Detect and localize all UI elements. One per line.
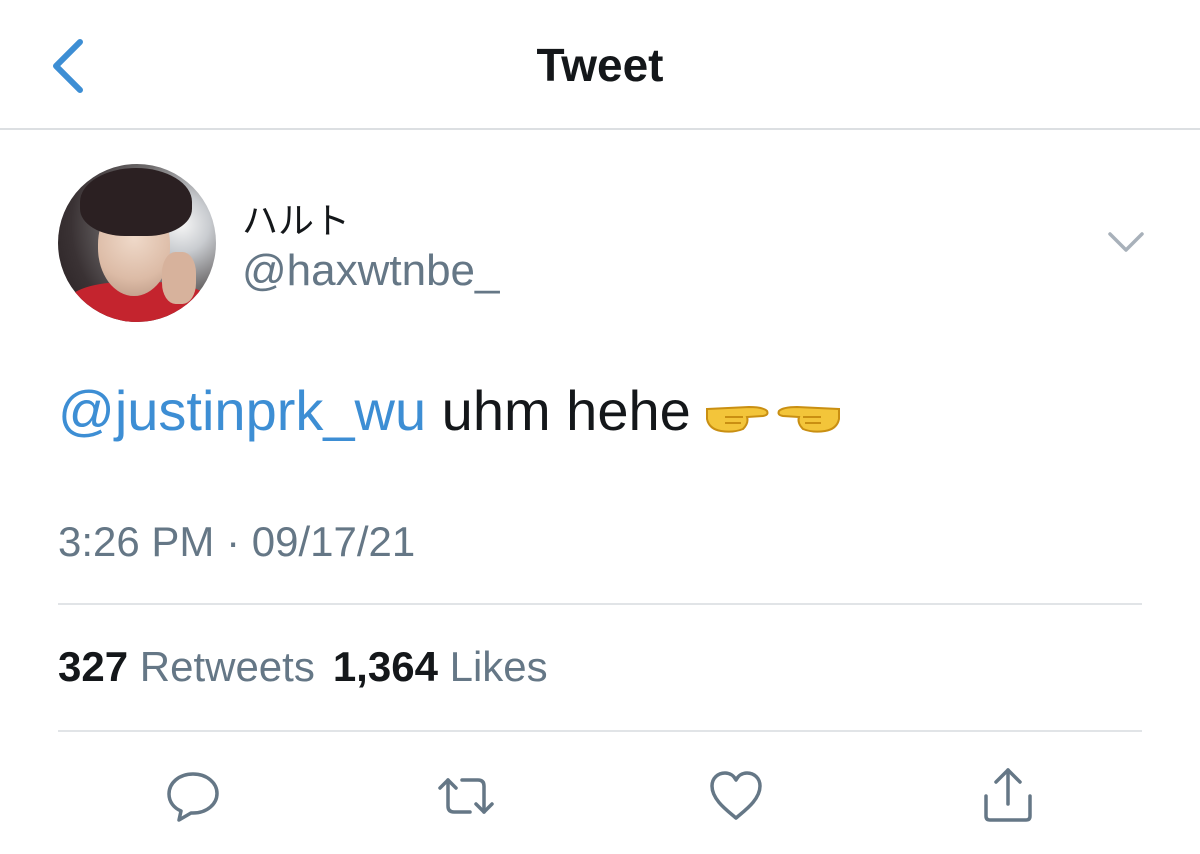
divider — [58, 603, 1142, 605]
divider — [58, 730, 1142, 732]
user-display-name[interactable]: ハルト — [242, 192, 350, 244]
tweet-timestamp: 3:26 PM · 09/17/21 — [58, 518, 416, 565]
tweet-body: uhm hehe — [441, 379, 691, 442]
avatar-hand — [162, 252, 196, 304]
mention-link[interactable]: @justinprk_wu — [58, 379, 426, 442]
avatar[interactable] — [58, 164, 216, 322]
reply-icon[interactable] — [163, 766, 223, 826]
likes-count[interactable]: 1,364 — [333, 643, 438, 690]
page-title: Tweet — [536, 39, 664, 91]
chevron-down-icon[interactable] — [1106, 228, 1146, 256]
top-bar: Tweet — [0, 0, 1200, 130]
user-handle[interactable]: @haxwtnbe_ — [242, 246, 500, 296]
share-icon[interactable] — [978, 766, 1038, 826]
pointing-right-emoji-icon — [777, 405, 840, 433]
tweet-text: @justinprk_wu uhm hehe — [58, 378, 843, 448]
retweets-count[interactable]: 327 — [58, 643, 128, 690]
retweets-label[interactable]: Retweets — [140, 643, 315, 690]
avatar-hair — [80, 168, 192, 236]
tweet-stats: 327 Retweets 1,364 Likes — [58, 643, 548, 691]
tweet-emojis — [703, 383, 843, 448]
like-icon[interactable] — [706, 766, 766, 826]
retweet-icon[interactable] — [436, 766, 496, 826]
pointing-right-emoji-icon — [705, 405, 769, 433]
likes-label[interactable]: Likes — [450, 643, 548, 690]
